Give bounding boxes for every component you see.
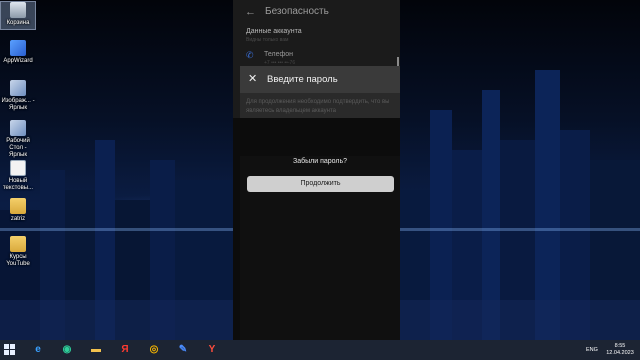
forgot-password-link[interactable]: Забыли пароль? (240, 158, 400, 165)
desktop-icon-recycle-bin[interactable]: Корзина (0, 1, 36, 30)
phone-icon: ✆ (246, 50, 254, 60)
app-icon (10, 40, 26, 56)
security-header: ← Безопасность (233, 0, 400, 24)
desktop-icon-label: Курсы YouTube (6, 254, 30, 267)
back-arrow-icon[interactable]: ← (245, 5, 256, 19)
account-section-title: Данные аккаунта (246, 28, 302, 35)
desktop-icon-youtube-courses[interactable]: Курсы YouTube (1, 236, 35, 268)
desktop-icon-text-file[interactable]: Новый текстовы... (1, 160, 35, 192)
dialog-title: Введите пароль (267, 74, 338, 85)
desktop-icon-images-shortcut[interactable]: Изображ... - Ярлык (1, 80, 35, 112)
desktop-icon-label: AppWizard (3, 58, 33, 64)
shortcut-icon (10, 80, 26, 96)
close-icon[interactable]: ✕ (248, 73, 257, 85)
shortcut-icon (10, 120, 26, 136)
app-wizard-icon[interactable]: ✎ (175, 342, 191, 358)
dialog-actions: Забыли пароль? Продолжить (240, 156, 400, 340)
account-section-subtitle: Видны только вам (246, 37, 289, 43)
desktop-icon-zatriz[interactable]: zatriz (1, 198, 35, 223)
windows-start-icon[interactable] (4, 344, 16, 356)
password-dialog: ✕ Введите пароль Для продолжения необход… (240, 66, 400, 118)
clock-date: 12.04.2023 (606, 350, 634, 356)
desktop-icon-label: zatriz (10, 216, 26, 222)
text-file-icon (10, 160, 26, 176)
yandex-browser-icon[interactable]: Y (204, 342, 220, 358)
clock[interactable]: 8:55 12.04.2023 (604, 343, 636, 360)
language-indicator[interactable]: ENG (586, 347, 598, 360)
edge-icon[interactable]: e (30, 342, 46, 358)
desktop-icon-desktop-shortcut[interactable]: Рабочий Стол - Ярлык (1, 120, 35, 159)
clock-time: 8:55 (614, 343, 626, 349)
desktop-icon-label: Новый текстовы... (2, 178, 34, 191)
edge-chromium-icon[interactable]: ◉ (59, 342, 75, 358)
desktop-icon-label: Изображ... - Ярлык (1, 98, 35, 111)
yandex-icon[interactable]: Я (117, 342, 133, 358)
phone-label: Телефон (264, 51, 294, 58)
dialog-body: Для продолжения необходимо подтвердить, … (240, 93, 400, 118)
dialog-header: ✕ Введите пароль (240, 66, 400, 93)
desktop-icon-label: Рабочий Стол - Ярлык (6, 138, 30, 158)
taskbar: e ◉ ▬ Я ◎ ✎ Y ENG 8:55 12.04.2023 (0, 340, 640, 360)
page-title: Безопасность (265, 6, 329, 17)
continue-button[interactable]: Продолжить (247, 176, 394, 192)
chrome-icon[interactable]: ◎ (146, 342, 162, 358)
desktop-icon-label: Корзина (6, 20, 30, 26)
recycle-bin-icon (10, 2, 26, 18)
dialog-description: Для продолжения необходимо подтвердить, … (246, 99, 390, 114)
desktop-icon-appwizard[interactable]: AppWizard (1, 40, 35, 65)
folder-icon (10, 198, 26, 214)
file-explorer-icon[interactable]: ▬ (88, 342, 104, 358)
folder-icon (10, 236, 26, 252)
